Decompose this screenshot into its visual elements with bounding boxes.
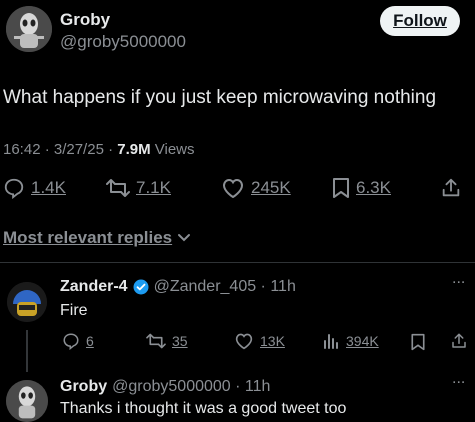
reply2-more-button[interactable]: ... bbox=[452, 370, 465, 388]
replies-sort-dropdown[interactable]: Most relevant replies bbox=[3, 228, 191, 248]
reply-more-button[interactable]: ... bbox=[452, 270, 465, 288]
reply-author-handle[interactable]: @Zander_405 · 11h bbox=[154, 278, 296, 296]
reply2-author-handle[interactable]: @groby5000000 · 11h bbox=[112, 378, 270, 396]
reply-reply-button[interactable]: 6 bbox=[62, 332, 94, 350]
reply-button[interactable]: 1.4K bbox=[3, 177, 66, 199]
reply-icon bbox=[4, 178, 24, 199]
alien-avatar-icon bbox=[6, 380, 48, 422]
post-text: What happens if you just keep microwavin… bbox=[3, 87, 437, 108]
views-count: 7.9M bbox=[117, 141, 151, 158]
reply-bookmark-button[interactable] bbox=[410, 333, 426, 351]
reply-reply-count: 6 bbox=[86, 333, 94, 349]
post-meta: 16:42 · 3/27/25 · 7.9M Views bbox=[3, 141, 195, 158]
repost-button[interactable]: 7.1K bbox=[106, 177, 171, 199]
reply-share-button[interactable] bbox=[450, 332, 468, 350]
share-icon bbox=[442, 178, 460, 197]
reply-repost-count: 35 bbox=[172, 333, 188, 349]
divider bbox=[0, 262, 475, 263]
views-chart-icon bbox=[324, 334, 338, 349]
reply2-author-name[interactable]: Groby bbox=[60, 378, 107, 396]
reply-views-count: 394K bbox=[346, 333, 379, 349]
reply-like-button[interactable]: 13K bbox=[234, 332, 285, 350]
reply-repost-button[interactable]: 35 bbox=[146, 332, 188, 350]
helmet-avatar-icon bbox=[7, 282, 47, 322]
reply-author-name[interactable]: Zander-4 bbox=[60, 278, 128, 296]
verified-badge-icon bbox=[133, 279, 149, 295]
reply-like-count: 13K bbox=[260, 333, 285, 349]
reply-avatar-groby[interactable] bbox=[6, 380, 48, 422]
reply-text: Fire bbox=[60, 302, 88, 319]
author-avatar[interactable] bbox=[6, 6, 52, 52]
bookmark-button[interactable]: 6.3K bbox=[332, 177, 391, 199]
reply-views-button[interactable]: 394K bbox=[322, 332, 379, 350]
post-timestamp[interactable]: 16:42 · 3/27/25 · bbox=[3, 141, 117, 158]
like-button[interactable]: 245K bbox=[221, 177, 291, 199]
share-icon bbox=[452, 333, 466, 348]
reply-icon bbox=[63, 333, 79, 350]
replies-sort-label: Most relevant replies bbox=[3, 228, 173, 247]
reply2-header: Groby @groby5000000 · 11h bbox=[60, 378, 270, 396]
share-button[interactable] bbox=[440, 177, 462, 199]
follow-button[interactable]: Follow bbox=[380, 6, 460, 36]
bookmark-icon bbox=[333, 178, 349, 198]
author-name[interactable]: Groby bbox=[60, 10, 110, 30]
repost-icon bbox=[106, 179, 130, 197]
chevron-down-icon bbox=[178, 234, 191, 242]
reply-avatar[interactable] bbox=[7, 282, 47, 322]
bookmark-icon bbox=[411, 333, 425, 351]
heart-icon bbox=[235, 333, 253, 350]
reply2-text: Thanks i thought it was a good tweet too bbox=[60, 400, 347, 417]
like-count: 245K bbox=[251, 178, 291, 197]
repost-icon bbox=[146, 333, 166, 349]
reply-thread-line bbox=[26, 330, 28, 372]
bookmark-count: 6.3K bbox=[356, 178, 391, 197]
author-handle[interactable]: @groby5000000 bbox=[60, 32, 186, 52]
repost-count: 7.1K bbox=[136, 178, 171, 197]
heart-icon bbox=[222, 178, 244, 199]
reply-header: Zander-4 @Zander_405 · 11h bbox=[60, 278, 296, 296]
views-label: Views bbox=[150, 141, 195, 158]
reply-count: 1.4K bbox=[31, 178, 66, 197]
alien-avatar-icon bbox=[6, 6, 52, 52]
